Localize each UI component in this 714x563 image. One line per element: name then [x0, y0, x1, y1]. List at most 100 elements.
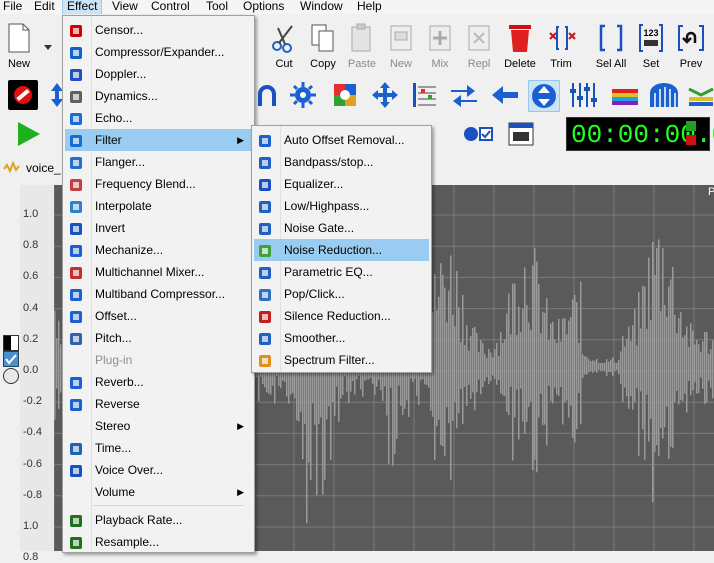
menu-item-multichannel-mixer[interactable]: Multichannel Mixer... [65, 261, 252, 283]
stereo-expand-icon[interactable] [528, 80, 560, 112]
replace-button[interactable]: Repl [460, 20, 498, 76]
menu-item-voice-over[interactable]: Voice Over... [65, 459, 252, 481]
menu-item-interpolate[interactable]: Interpolate [65, 195, 252, 217]
waveform-sample [698, 344, 700, 394]
waveform-sample [586, 357, 588, 375]
new-button[interactable]: New [0, 20, 38, 76]
swap-arrows-icon[interactable] [449, 80, 479, 110]
menu-item-volume[interactable]: Volume ▶ [65, 481, 252, 503]
menu-window[interactable]: Window [296, 0, 347, 14]
menu-item-doppler[interactable]: Doppler... [65, 63, 252, 85]
menu-tool[interactable]: Tool [202, 0, 232, 14]
window-icon[interactable] [506, 120, 536, 151]
waveform-sample [582, 354, 584, 378]
menu-item-dynamics[interactable]: Dynamics... [65, 85, 252, 107]
resample-icon [69, 535, 83, 549]
waveform-sample [642, 285, 644, 430]
menu-item-smoother[interactable]: Smoother... [254, 327, 429, 349]
invert-tool-icon[interactable] [252, 80, 282, 110]
record-target-icon[interactable] [460, 120, 496, 148]
waveform-sample [590, 361, 592, 372]
waveform-sample [700, 351, 702, 378]
menu-item-noise-gate[interactable]: Noise Gate... [254, 217, 429, 239]
channel-radio[interactable] [3, 368, 19, 384]
waveform-sample [588, 359, 590, 373]
menu-item-noise-reduction[interactable]: Noise Reduction... [254, 239, 429, 261]
gate-icon[interactable] [648, 80, 678, 110]
menu-effect[interactable]: Effect [62, 0, 103, 15]
waveform-sample [536, 261, 538, 473]
waveform-sample [448, 290, 450, 424]
menu-item-offset[interactable]: Offset... [65, 305, 252, 327]
menu-help[interactable]: Help [353, 0, 386, 14]
stop-sign-icon[interactable] [8, 80, 38, 110]
wave-corner-label: P [708, 186, 714, 198]
menu-item-low-highpass[interactable]: Low/Highpass... [254, 195, 429, 217]
spectrum-icon[interactable] [610, 80, 640, 110]
play-icon[interactable] [14, 120, 44, 151]
menu-item-compressor-expander[interactable]: Compressor/Expander... [65, 41, 252, 63]
waveform-sample [666, 316, 668, 407]
menu-item-bandpass-stop[interactable]: Bandpass/stop... [254, 151, 429, 173]
menu-item-invert[interactable]: Invert [65, 217, 252, 239]
menu-item-label: Filter [95, 133, 122, 147]
menu-item-frequency-blend[interactable]: Frequency Blend... [65, 173, 252, 195]
paste-button[interactable]: Paste [343, 20, 381, 76]
menu-item-equalizer[interactable]: Equalizer... [254, 173, 429, 195]
menu-item-playback-rate[interactable]: Playback Rate... [65, 509, 252, 531]
menu-item-echo[interactable]: Echo... [65, 107, 252, 129]
cut-button[interactable]: Cut [265, 20, 303, 76]
menu-item-spectrum-filter[interactable]: Spectrum Filter... [254, 349, 429, 371]
levels-icon[interactable] [686, 80, 714, 110]
trim-button[interactable]: Trim [542, 20, 580, 76]
new-dropdown-icon[interactable] [44, 40, 52, 54]
menu-item-reverb[interactable]: Reverb... [65, 371, 252, 393]
menu-file[interactable]: File [0, 0, 26, 14]
waveform-sample [564, 318, 566, 403]
menu-item-multiband-compressor[interactable]: Multiband Compressor... [65, 283, 252, 305]
menu-control[interactable]: Control [147, 0, 194, 14]
waveform-sample [484, 353, 486, 382]
menu-item-silence-reduction[interactable]: Silence Reduction... [254, 305, 429, 327]
menu-item-pop-click[interactable]: Pop/Click... [254, 283, 429, 305]
menu-item-stereo[interactable]: Stereo ▶ [65, 415, 252, 437]
menu-item-mechanize[interactable]: Mechanize... [65, 239, 252, 261]
select-all-button[interactable]: Sel All [592, 20, 630, 76]
submenu-arrow-icon: ▶ [237, 135, 244, 145]
gear-effect-icon[interactable] [288, 80, 318, 110]
channel-checkbox[interactable] [3, 351, 19, 367]
menu-item-censor[interactable]: Censor... [65, 19, 252, 41]
menu-edit[interactable]: Edit [30, 0, 59, 14]
menu-item-auto-offset-removal[interactable]: Auto Offset Removal... [254, 129, 429, 151]
menu-item-label: Reverse [95, 397, 140, 411]
reverse-arrow-icon[interactable] [490, 80, 520, 110]
waveform-sample [614, 362, 616, 372]
mix-button[interactable]: Mix [421, 20, 459, 76]
menu-item-time[interactable]: Time... [65, 437, 252, 459]
music-staff-icon[interactable] [409, 80, 439, 110]
move-arrows-icon[interactable] [370, 80, 400, 110]
menu-item-pitch[interactable]: Pitch... [65, 327, 252, 349]
waveform-sample [492, 357, 494, 376]
new-from-selection-button[interactable]: New [382, 20, 420, 76]
menu-item-parametric-eq[interactable]: Parametric EQ... [254, 261, 429, 283]
flanger-icon [69, 155, 83, 169]
menu-view[interactable]: View [108, 0, 142, 14]
menu-item-resample[interactable]: Resample... [65, 531, 252, 553]
delete-button[interactable]: Delete [501, 20, 539, 76]
menu-options[interactable]: Options [239, 0, 288, 14]
channel-toggle-icon[interactable] [3, 335, 19, 351]
waveform-sample [636, 345, 638, 389]
set-button[interactable]: 123 Set [632, 20, 670, 76]
menu-item-flanger[interactable]: Flanger... [65, 151, 252, 173]
menu-item-label: Smoother... [284, 331, 346, 345]
menu-item-filter[interactable]: Filter ▶ [65, 129, 252, 151]
waveform-sample [554, 339, 556, 388]
menu-item-reverse[interactable]: Reverse [65, 393, 252, 415]
pitch-icon [69, 331, 83, 345]
multichannel-icon[interactable] [330, 80, 360, 110]
copy-button[interactable]: Copy [304, 20, 342, 76]
mixer-sliders-icon[interactable] [568, 80, 598, 110]
menu-item-label: Plug-in [95, 353, 133, 367]
prev-button[interactable]: Prev [672, 20, 710, 76]
